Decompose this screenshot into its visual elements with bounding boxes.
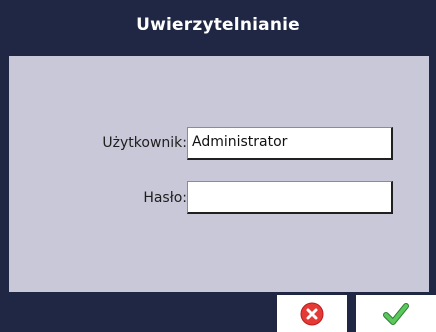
dialog-titlebar: Uwierzytelnianie <box>0 0 436 56</box>
user-label: Użytkownik: <box>102 135 187 151</box>
dialog-title: Uwierzytelnianie <box>136 14 300 35</box>
cancel-icon <box>300 302 324 325</box>
password-field[interactable] <box>187 181 393 214</box>
dialog-footer <box>0 292 436 332</box>
authentication-dialog: Uwierzytelnianie Użytkownik: Administrat… <box>0 0 436 332</box>
confirm-button[interactable] <box>356 295 436 332</box>
dialog-content: Użytkownik: Administrator Hasło: <box>9 56 429 292</box>
check-icon <box>383 302 409 325</box>
password-label: Hasło: <box>143 190 187 206</box>
cancel-button[interactable] <box>277 295 347 332</box>
user-field[interactable]: Administrator <box>187 127 393 160</box>
